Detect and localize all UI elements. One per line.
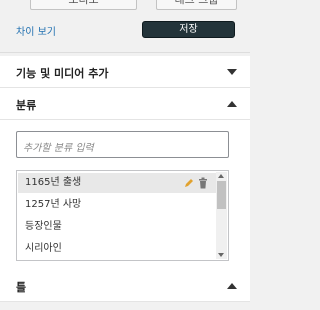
chevron-up-icon[interactable]	[227, 101, 237, 107]
panel-title: 분류	[16, 99, 37, 112]
category-item[interactable]: 등장인물	[18, 217, 216, 237]
category-item[interactable]: 1257년 사망	[18, 195, 216, 215]
panel-header-category[interactable]: 분류	[0, 88, 250, 120]
scroll-thumb[interactable]	[217, 181, 226, 209]
audio-button[interactable]: 오디오	[30, 0, 137, 10]
panel-title: 틀	[16, 281, 27, 294]
category-item[interactable]: 1165년 출생	[18, 173, 216, 193]
top-button-row: 오디오 태그 그룹	[0, 0, 250, 16]
scroll-down-arrow-icon[interactable]	[218, 253, 224, 257]
panel-header-features[interactable]: 기능 및 미디어 추가	[0, 56, 250, 88]
chevron-up-icon[interactable]	[227, 283, 237, 289]
scroll-up-arrow-icon[interactable]	[218, 174, 224, 178]
category-list[interactable]: 1165년 출생 1257년 사망 등장인물 시리아인	[16, 170, 229, 261]
category-panel: 추가할 분류 입력 1165년 출생 1257년 사망 등장인물 시리아인	[0, 120, 250, 270]
scrollbar[interactable]	[216, 172, 227, 259]
panel-title: 기능 및 미디어 추가	[16, 67, 109, 80]
category-item-label: 1257년 사망	[25, 199, 82, 210]
category-input[interactable]: 추가할 분류 입력	[16, 131, 229, 158]
pencil-icon[interactable]	[184, 178, 194, 188]
divider	[0, 52, 250, 53]
panel-header-templates[interactable]: 틀	[0, 270, 250, 302]
trash-icon[interactable]	[198, 177, 208, 189]
chevron-down-icon[interactable]	[227, 69, 237, 75]
category-item-label: 시리아인	[25, 243, 62, 254]
category-item-label: 등장인물	[25, 221, 62, 232]
category-item[interactable]: 시리아인	[18, 239, 216, 259]
save-button[interactable]: 저장	[142, 21, 235, 38]
tag-group-button[interactable]: 태그 그룹	[156, 0, 237, 10]
view-diff-link[interactable]: 차이 보기	[16, 23, 56, 38]
category-item-label: 1165년 출생	[25, 177, 82, 188]
